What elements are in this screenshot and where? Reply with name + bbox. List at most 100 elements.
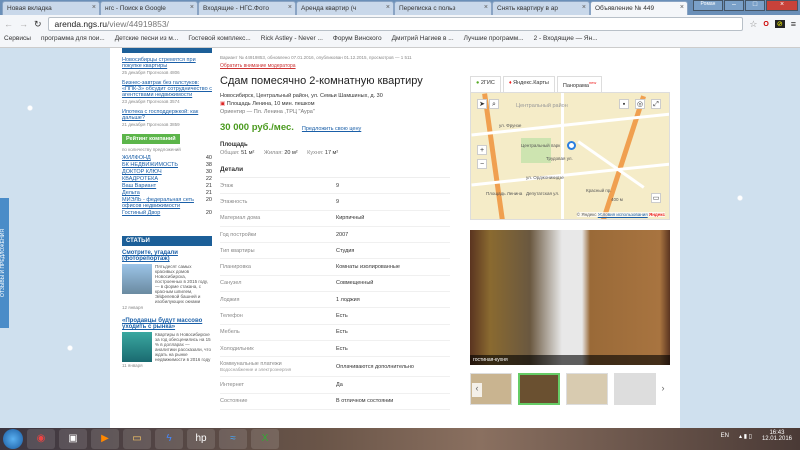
close-window-icon[interactable]: × xyxy=(766,0,798,11)
close-icon[interactable]: × xyxy=(680,4,684,11)
location-pin-icon[interactable] xyxy=(567,140,576,150)
opera-extension-icon[interactable]: O xyxy=(763,21,768,28)
article-link[interactable]: «Продавцы будут массово уходить с рынка» xyxy=(122,318,202,330)
next-arrow-icon[interactable]: › xyxy=(658,382,668,397)
excel-icon[interactable]: X xyxy=(251,429,279,449)
layers-icon[interactable]: ◎ xyxy=(635,98,645,109)
close-icon[interactable]: × xyxy=(288,4,292,11)
photo-thumbnail[interactable] xyxy=(566,372,608,405)
maximize-icon[interactable]: □ xyxy=(745,0,765,11)
explorer-icon[interactable]: ▭ xyxy=(123,429,151,449)
photo-thumbnail-selected[interactable] xyxy=(518,372,560,405)
start-button[interactable] xyxy=(3,429,23,449)
zoom-in-button[interactable]: + xyxy=(477,144,487,155)
bookmark[interactable]: 2 - Входящие — Ян... xyxy=(534,35,598,45)
reload-icon[interactable]: ↻ xyxy=(34,19,42,30)
map[interactable]: Центральный район ул. Фрунзе Центральный… xyxy=(470,91,670,220)
bookmark[interactable]: Лучшие программ... xyxy=(464,35,524,45)
bookmark[interactable]: Дмитрий Нагиев в ... xyxy=(392,35,454,45)
browser-tab[interactable]: Снять квартиру в ар × xyxy=(492,1,590,15)
ruler-icon[interactable]: ▭ xyxy=(651,192,661,203)
close-icon[interactable]: × xyxy=(386,4,390,11)
close-icon[interactable]: × xyxy=(484,4,488,11)
detail-value: 1 лоджия xyxy=(336,296,360,303)
browser-tab[interactable]: Переписка с польз × xyxy=(394,1,492,15)
company-link[interactable]: МИЭЛЬ - федеральная сеть офисов недвижим… xyxy=(122,197,206,209)
tray-icons[interactable]: ▴ ▮ ▯ xyxy=(739,433,752,440)
tab-panorama[interactable]: Панорамаnew xyxy=(556,76,603,92)
report-moderator-link[interactable]: Обратить внимание модератора xyxy=(220,63,450,69)
language-indicator[interactable]: EN xyxy=(721,433,729,439)
browser-tab-active[interactable]: Объявление № 449 × xyxy=(590,1,688,15)
news-link[interactable]: Бизнес-завтрак без галстуков: «ППК-3» об… xyxy=(122,80,212,98)
right-column: ● 2ГИС ♦ Яндекс.Карты Панорамаnew Центра… xyxy=(470,76,670,405)
company-link[interactable]: КВАДРОТЕКА xyxy=(122,176,158,182)
map-label: Площадь Ленина xyxy=(486,190,523,196)
company-link[interactable]: Гостиный Двор xyxy=(122,210,160,216)
chrome-icon[interactable]: ◉ xyxy=(27,429,55,449)
news-link[interactable]: Новосибирцы стремятся при покупке кварти… xyxy=(122,57,196,69)
bookmark-apps[interactable]: Сервисы xyxy=(4,35,31,45)
fullscreen-icon[interactable]: ⤢ xyxy=(651,98,661,109)
media-player-icon[interactable]: ▶ xyxy=(91,429,119,449)
browser-tab-strip: Новая вкладка × нгс - Поиск в Google × Вхо… xyxy=(0,0,800,15)
prev-arrow-icon[interactable]: ‹ xyxy=(472,382,482,397)
bookmark[interactable]: Детские песни из м... xyxy=(115,35,179,45)
detail-value: Оплачиваются дополнительно xyxy=(336,363,414,370)
close-icon[interactable]: × xyxy=(582,4,586,11)
tab-title: Объявление № 449 xyxy=(595,5,655,12)
locate-icon[interactable]: ➤ xyxy=(477,98,487,109)
browser-tab[interactable]: нгс - Поиск в Google × xyxy=(100,1,198,15)
photo-thumbnail[interactable] xyxy=(614,372,656,405)
sync-app-icon[interactable]: ≈ xyxy=(219,429,247,449)
detail-label: Лоджия xyxy=(220,296,240,303)
detail-value: Кирпичный xyxy=(336,215,365,222)
map-label: Центральный район xyxy=(516,102,568,109)
app-icon[interactable]: ▣ xyxy=(59,429,87,449)
zoom-out-button[interactable]: − xyxy=(477,158,487,169)
bookmark[interactable]: Форум Винского xyxy=(333,35,382,45)
bookmark[interactable]: Гостевой комплекс... xyxy=(188,35,250,45)
listing-main: Вариант № 44919853, обновлено 07.01.2016… xyxy=(220,48,450,410)
lightning-app-icon[interactable]: ϟ xyxy=(155,429,183,449)
company-link[interactable]: ЖИЛФОНД xyxy=(122,155,151,161)
company-link[interactable]: Ваш Вариант xyxy=(122,183,156,189)
url-input[interactable]: arenda.ngs.ru/view/44919853/ xyxy=(47,17,744,31)
forward-icon[interactable]: → xyxy=(19,19,28,29)
tab-2gis[interactable]: ● 2ГИС xyxy=(470,76,501,92)
close-icon[interactable]: × xyxy=(92,4,96,11)
minimize-icon[interactable]: – xyxy=(724,0,744,11)
browser-tab[interactable]: Аренда квартир (ч × xyxy=(296,1,394,15)
user-badge[interactable]: Роман xyxy=(693,0,723,11)
back-icon[interactable]: ← xyxy=(4,19,13,29)
clock[interactable]: 16:43 12.01.2016 xyxy=(762,430,792,442)
traffic-icon[interactable]: ▪ xyxy=(619,98,629,109)
article-thumbnail[interactable] xyxy=(122,264,152,294)
feedback-tab[interactable]: ОТЗЫВЫ И ПРЕДЛОЖЕНИЯ xyxy=(0,198,9,328)
tab-yandex-maps[interactable]: ♦ Яндекс.Карты xyxy=(502,76,555,92)
extension-icon[interactable]: ⊘ xyxy=(774,20,785,28)
article-link[interactable]: Смотрите, угадали (фоторепортаж) xyxy=(122,250,178,262)
company-link[interactable]: Дельта xyxy=(122,190,140,196)
news-link[interactable]: Ипотека с господдержкой: как дальше? xyxy=(122,109,198,121)
detail-value: Есть xyxy=(336,329,348,336)
news-meta: 21 декабря Прогнозов 3859 xyxy=(122,122,180,127)
close-icon[interactable]: × xyxy=(190,4,194,11)
star-icon[interactable]: ☆ xyxy=(749,19,757,30)
company-link[interactable]: БК НЕДВИЖИМОСТЬ xyxy=(122,162,178,168)
detail-row: Планировка Комнаты изолированные xyxy=(220,259,450,276)
hp-icon[interactable]: hp xyxy=(187,429,215,449)
article-thumbnail[interactable] xyxy=(122,332,152,362)
browser-tab[interactable]: Новая вкладка × xyxy=(2,1,100,15)
rating-row: Ваш Вариант 21 xyxy=(122,183,212,189)
search-icon[interactable]: ⌕ xyxy=(489,98,499,109)
menu-icon[interactable]: ≡ xyxy=(791,19,796,29)
bookmark[interactable]: программа для пои... xyxy=(41,35,105,45)
main-photo[interactable]: гостиная-кухня xyxy=(470,229,670,365)
detail-row: Санузел Совмещенный xyxy=(220,276,450,293)
browser-tab[interactable]: Входящие - НГС.Фото × xyxy=(198,1,296,15)
bookmark[interactable]: Rick Astley - Never ... xyxy=(261,35,323,45)
terms-link[interactable]: Условия использования xyxy=(598,212,648,217)
offer-price-link[interactable]: Предложить свою цену xyxy=(302,126,361,132)
company-link[interactable]: ДОКТОР КЛЮЧ xyxy=(122,169,162,175)
